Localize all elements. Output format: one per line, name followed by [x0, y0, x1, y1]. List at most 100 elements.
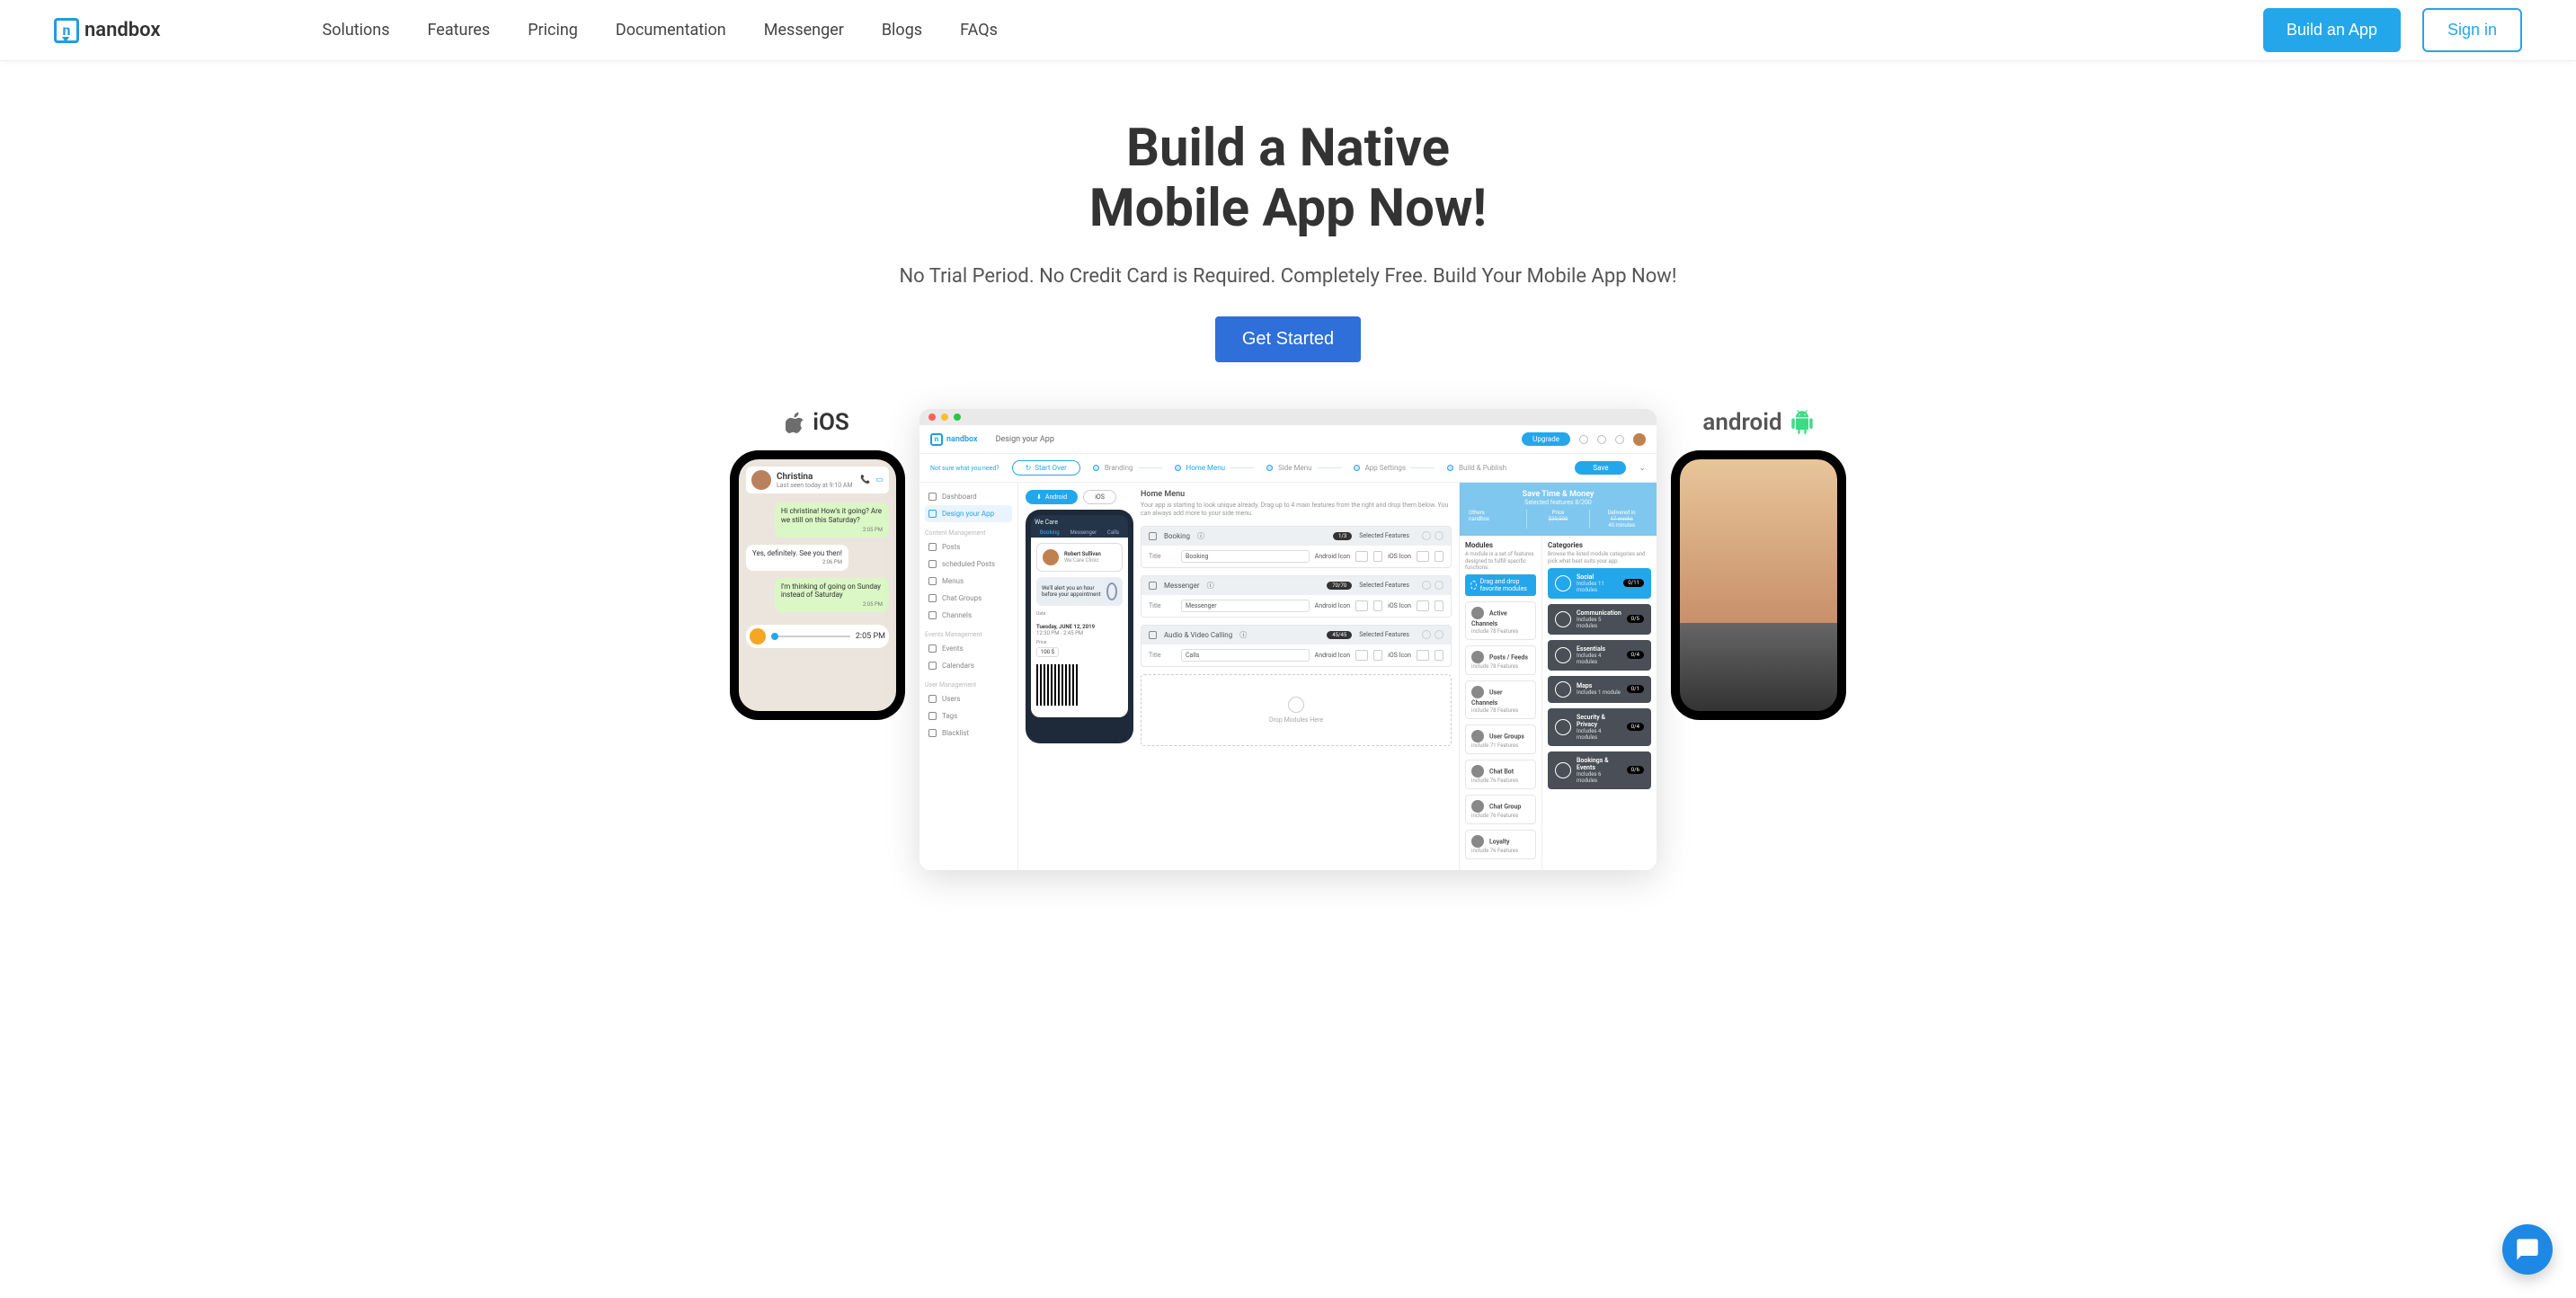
builder-body: Dashboard Design your App Content Manage… — [919, 483, 1657, 870]
eye-icon[interactable] — [1422, 531, 1431, 540]
clock-icon — [1106, 582, 1117, 600]
dropdown-icon[interactable] — [1373, 551, 1382, 562]
preview-ios-toggle[interactable]: iOS — [1083, 490, 1116, 504]
chat-header-actions: 📞 ▭ — [860, 476, 884, 485]
category-card[interactable]: EssentialsIncludes 4 modules0/4 — [1548, 640, 1651, 671]
android-icon-select[interactable] — [1355, 600, 1368, 611]
brand-logo[interactable]: n nandbox — [54, 18, 161, 43]
builder-brand[interactable]: nnandbox — [930, 433, 978, 446]
nav-messenger[interactable]: Messenger — [764, 21, 844, 40]
module-card[interactable]: User Channelsinclude 78 Features — [1465, 680, 1536, 719]
title-input[interactable]: Booking — [1181, 550, 1310, 563]
preview-phone: We Care Booking Messenger Calls — [1026, 510, 1133, 743]
rail-scheduled[interactable]: scheduled Posts — [925, 556, 1012, 573]
module-card[interactable]: Chat Botinclude 76 Features — [1465, 760, 1536, 789]
save-button[interactable]: Save — [1575, 461, 1626, 475]
user-avatar[interactable] — [1633, 433, 1646, 446]
get-started-button[interactable]: Get Started — [1215, 316, 1361, 362]
rail-menus[interactable]: Menus — [925, 573, 1012, 590]
module-card[interactable]: Active Channelsinclude 78 Features — [1465, 601, 1536, 640]
step-home-menu[interactable]: Home Menu — [1186, 464, 1226, 472]
rail-users[interactable]: Users — [925, 690, 1012, 707]
play-icon — [750, 628, 766, 645]
chat-icon — [2515, 1237, 2540, 1262]
android-icon-select[interactable] — [1355, 650, 1368, 661]
step-build-publish[interactable]: Build & Publish — [1459, 464, 1506, 472]
dropdown-icon[interactable] — [1435, 600, 1443, 611]
chat-contact-name: Christina — [777, 472, 853, 482]
start-over-button[interactable]: ↻ Start Over — [1012, 460, 1080, 476]
dropdown-icon[interactable] — [1435, 551, 1443, 562]
trash-icon[interactable] — [1435, 581, 1443, 590]
dropdown-icon[interactable] — [1435, 650, 1443, 661]
rail-tags[interactable]: Tags — [925, 707, 1012, 725]
chat-fab[interactable] — [2502, 1224, 2553, 1275]
build-app-button[interactable]: Build an App — [2263, 8, 2401, 52]
preview-tab[interactable]: Messenger — [1070, 529, 1097, 536]
step-side-menu[interactable]: Side Menu — [1278, 464, 1312, 472]
dropdown-icon[interactable] — [1373, 650, 1382, 661]
step-branding[interactable]: Branding — [1105, 464, 1133, 472]
rail-calendars[interactable]: Calendars — [925, 657, 1012, 674]
nav-features[interactable]: Features — [428, 21, 491, 40]
android-icon — [1790, 410, 1815, 435]
module-card[interactable]: User Groupsinclude 71 Features — [1465, 725, 1536, 754]
settings-icon[interactable] — [1615, 435, 1624, 444]
module-card[interactable]: Posts / Feedsinclude 78 Features — [1465, 645, 1536, 675]
title-input[interactable]: Calls — [1181, 649, 1310, 662]
help-icon[interactable] — [1597, 435, 1606, 444]
dropdown-icon[interactable] — [1373, 600, 1382, 611]
nav-actions: Build an App Sign in — [2263, 8, 2522, 52]
avatar-icon — [1043, 549, 1059, 565]
nav-blogs[interactable]: Blogs — [882, 21, 922, 40]
config-title: Home Menu — [1141, 490, 1452, 499]
info-icon[interactable]: ⓘ — [1197, 531, 1204, 541]
chevron-down-icon[interactable]: ⌄ — [1639, 464, 1646, 473]
trash-icon[interactable] — [1435, 630, 1443, 639]
top-nav: n nandbox Solutions Features Pricing Doc… — [0, 0, 2576, 61]
nav-documentation[interactable]: Documentation — [616, 21, 726, 40]
module-card[interactable]: Chat Groupinclude 76 Features — [1465, 795, 1536, 824]
avatar-icon — [751, 470, 771, 490]
max-dot-icon — [954, 413, 961, 421]
nav-solutions[interactable]: Solutions — [323, 21, 390, 40]
rail-events[interactable]: Events — [925, 640, 1012, 657]
nav-pricing[interactable]: Pricing — [528, 21, 578, 40]
upgrade-button[interactable]: Upgrade — [1522, 432, 1570, 446]
info-icon[interactable]: ⓘ — [1207, 581, 1214, 591]
category-card[interactable]: CommunicationIncludes 5 modules0/5 — [1548, 604, 1651, 635]
eye-icon[interactable] — [1422, 630, 1431, 639]
config-subtitle: Your app is starting to look unique alre… — [1141, 502, 1452, 518]
step-app-settings[interactable]: App Settings — [1365, 464, 1406, 472]
title-input[interactable]: Messenger — [1181, 600, 1310, 612]
bell-icon[interactable] — [1579, 435, 1588, 444]
trash-icon[interactable] — [1435, 531, 1443, 540]
info-icon[interactable]: ⓘ — [1239, 630, 1247, 640]
rail-blacklist[interactable]: Blacklist — [925, 725, 1012, 742]
rail-chat-groups[interactable]: Chat Groups — [925, 590, 1012, 607]
preview-tab[interactable]: Calls — [1107, 529, 1119, 536]
preview-android-toggle[interactable]: ⬇ Android — [1026, 490, 1078, 504]
ios-icon-select[interactable] — [1417, 650, 1429, 661]
nav-faqs[interactable]: FAQs — [960, 21, 998, 40]
category-card[interactable]: SocialIncludes 11 modules0/11 — [1548, 568, 1651, 599]
ios-icon-select[interactable] — [1417, 551, 1429, 562]
rail-posts[interactable]: Posts — [925, 538, 1012, 556]
hero-line2: Mobile App Now! — [1089, 178, 1487, 239]
ios-label: iOS — [786, 409, 849, 436]
category-card[interactable]: Security & PrivacyIncludes 4 modules0/4 — [1548, 708, 1651, 746]
category-card[interactable]: MapsIncludes 1 module0/1 — [1548, 676, 1651, 703]
module-dropzone[interactable]: Drop Modules Here — [1141, 674, 1452, 746]
rail-design-app[interactable]: Design your App — [925, 505, 1012, 522]
sign-in-button[interactable]: Sign in — [2422, 8, 2522, 52]
preview-tab[interactable]: Booking — [1040, 529, 1060, 536]
android-icon-select[interactable] — [1355, 551, 1368, 562]
hero-heading: Build a Native Mobile App Now! — [18, 119, 2558, 238]
module-card[interactable]: Loyaltyinclude 76 Features — [1465, 830, 1536, 859]
eye-icon[interactable] — [1422, 581, 1431, 590]
rail-channels[interactable]: Channels — [925, 607, 1012, 624]
rail-dashboard[interactable]: Dashboard — [925, 488, 1012, 505]
builder-window: nnandbox Design your App Upgrade Not sur… — [919, 409, 1657, 870]
ios-icon-select[interactable] — [1417, 600, 1429, 611]
category-card[interactable]: Bookings & EventsIncludes 6 modules0/6 — [1548, 751, 1651, 789]
